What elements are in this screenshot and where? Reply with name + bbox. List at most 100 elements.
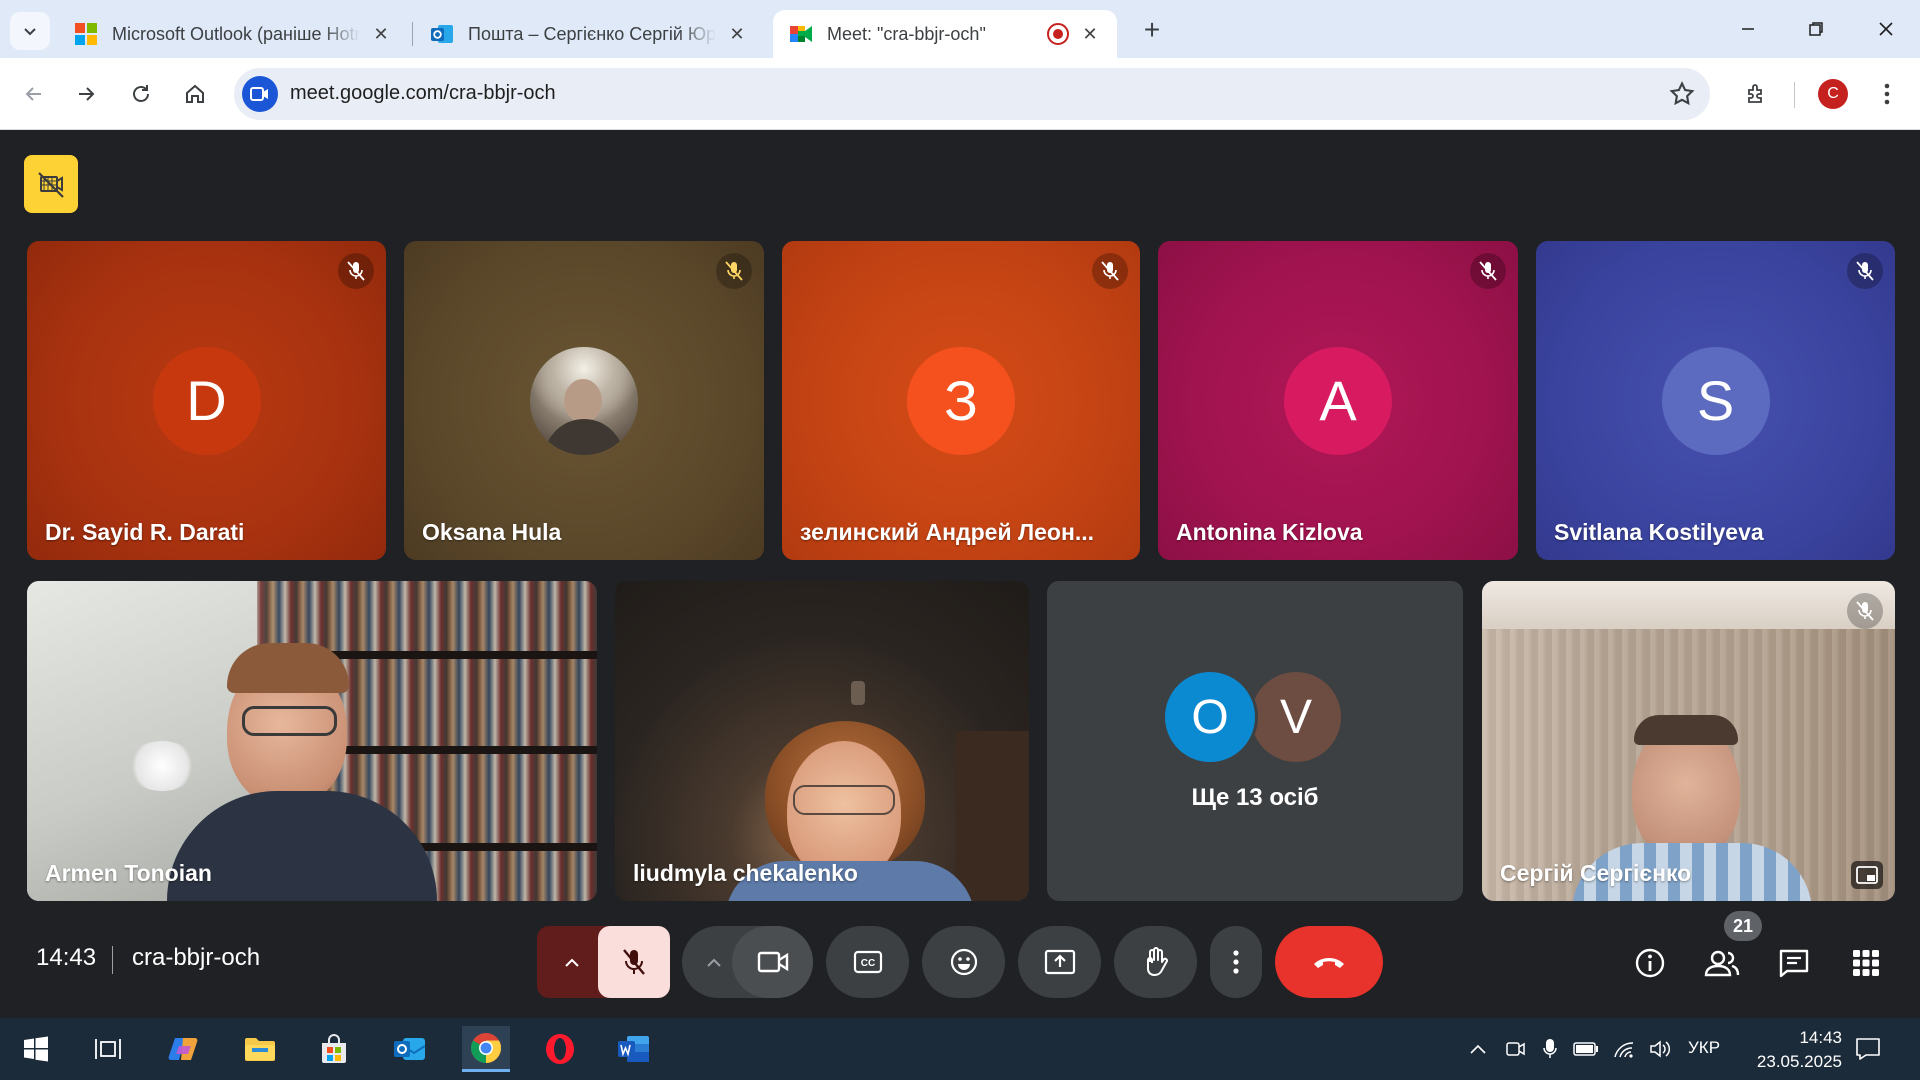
toggle-camera-button[interactable] [732, 926, 813, 998]
avatar: S [1661, 346, 1770, 455]
picture-in-picture-button[interactable] [1851, 861, 1883, 889]
avatar: O [1162, 669, 1258, 765]
profile-avatar[interactable]: С [1818, 79, 1848, 109]
mic-off-icon [338, 253, 374, 289]
toggle-microphone-button[interactable] [598, 926, 670, 998]
puzzle-icon [1748, 84, 1762, 103]
tab-separator [412, 22, 413, 46]
arrow-right-icon [79, 87, 95, 101]
home-button[interactable] [175, 74, 215, 114]
more-vert-icon [1233, 950, 1239, 974]
video-options-button[interactable] [696, 926, 732, 998]
avatar: V [1248, 669, 1344, 765]
leave-call-button[interactable] [1275, 926, 1383, 998]
avatar: A [1284, 346, 1392, 455]
reactions-button[interactable] [922, 926, 1005, 998]
raise-hand-button[interactable] [1114, 926, 1197, 998]
microsoft-store-button[interactable] [310, 1026, 358, 1072]
avatar-photo [530, 346, 638, 455]
mic-off-icon [1847, 253, 1883, 289]
forward-button[interactable] [66, 74, 106, 114]
new-tab-button[interactable]: + [1136, 14, 1168, 46]
participant-video-tile[interactable]: liudmyla chekalenko [615, 581, 1029, 901]
show-hidden-icons-button[interactable] [1464, 1035, 1492, 1063]
chrome-button[interactable] [462, 1026, 510, 1072]
participant-tile[interactable]: A Antonina Kizlova [1158, 241, 1518, 560]
notifications-button[interactable] [1852, 1034, 1884, 1064]
svg-text:CC: CC [860, 958, 874, 969]
mic-off-icon [1470, 253, 1506, 289]
meeting-info-divider [112, 946, 113, 974]
participant-name: Oksana Hula [422, 519, 562, 545]
file-explorer-button[interactable] [236, 1026, 284, 1072]
reload-icon [133, 85, 149, 102]
participant-tile[interactable]: D Dr. Sayid R. Darati [27, 241, 386, 560]
close-tab-icon[interactable]: ✕ [1079, 23, 1101, 45]
videocam-icon [757, 951, 788, 973]
tab-outlook-mail[interactable]: Пошта – Сергієнко Сергій Юрійович ✕ [414, 10, 764, 58]
video-effects-off-icon [38, 172, 64, 198]
notification-icon [1856, 1038, 1880, 1060]
start-button[interactable] [12, 1026, 60, 1072]
extensions-button[interactable] [1736, 74, 1776, 114]
restore-button[interactable] [1788, 10, 1844, 48]
reload-button[interactable] [121, 74, 161, 114]
close-tab-icon[interactable]: ✕ [726, 23, 748, 45]
meeting-details-button[interactable] [1626, 939, 1674, 987]
participant-name: liudmyla chekalenko [633, 860, 858, 886]
store-icon [322, 1034, 346, 1063]
chevron-up-icon [1470, 1044, 1486, 1054]
outlook-icon [394, 1038, 426, 1060]
tab-search-button[interactable] [10, 12, 50, 50]
volume-icon[interactable] [1646, 1035, 1674, 1063]
windows-taskbar: УКР 14:43 23.05.2025 [0, 1018, 1920, 1080]
activities-button[interactable] [1842, 939, 1890, 987]
address-bar[interactable]: meet.google.com/cra-bbjr-och [234, 68, 1710, 120]
tab-google-meet[interactable]: Meet: "cra-bbjr-och" ✕ [773, 10, 1117, 58]
captions-button[interactable]: CC [826, 926, 909, 998]
people-button[interactable] [1698, 939, 1746, 987]
outlook-button[interactable] [386, 1026, 434, 1072]
tab-title: Microsoft Outlook (раніше Hotmail) [112, 23, 360, 44]
participant-video-tile[interactable]: Armen Tonoian [27, 581, 597, 901]
participant-tile[interactable]: З зелинский Андрей Леон... [782, 241, 1140, 560]
close-tab-icon[interactable]: ✕ [370, 23, 392, 45]
back-button[interactable] [14, 74, 54, 114]
minimize-button[interactable] [1720, 10, 1776, 48]
tab-outlook-hotmail[interactable]: Microsoft Outlook (раніше Hotmail) ✕ [58, 10, 408, 58]
clock-date: 23.05.2025 [1756, 1052, 1842, 1071]
chat-button[interactable] [1770, 939, 1818, 987]
ceiling [1482, 581, 1895, 629]
more-options-button[interactable] [1210, 926, 1262, 998]
wifi-icon[interactable] [1610, 1035, 1638, 1063]
more-participants-tile[interactable]: O V Ще 13 осіб [1047, 581, 1463, 901]
word-icon [618, 1036, 649, 1062]
participant-glasses [242, 706, 337, 736]
browser-toolbar: meet.google.com/cra-bbjr-och С [0, 58, 1920, 130]
bookmark-star-icon[interactable] [1668, 80, 1696, 108]
participant-tile[interactable]: Oksana Hula [404, 241, 764, 560]
copilot-button[interactable] [160, 1026, 208, 1072]
mic-off-icon [623, 949, 645, 975]
browser-menu-button[interactable] [1872, 74, 1902, 114]
meet-now-icon[interactable] [1502, 1035, 1530, 1063]
input-language-indicator[interactable]: УКР [1688, 1038, 1720, 1058]
present-screen-button[interactable] [1018, 926, 1101, 998]
taskbar-clock[interactable]: 14:43 23.05.2025 [1742, 1026, 1842, 1074]
tab-title: Пошта – Сергієнко Сергій Юрійович [468, 23, 716, 44]
audio-options-button[interactable] [547, 926, 597, 998]
battery-icon[interactable] [1572, 1035, 1600, 1063]
task-view-button[interactable] [84, 1026, 132, 1072]
opera-button[interactable] [536, 1026, 584, 1072]
site-info-icon[interactable] [242, 76, 278, 112]
apps-grid-icon [1853, 950, 1879, 976]
visual-effects-badge[interactable] [24, 155, 78, 213]
close-window-button[interactable] [1858, 10, 1914, 48]
chevron-down-icon [24, 28, 36, 36]
participant-tile[interactable]: S Svitlana Kostilyeva [1536, 241, 1895, 560]
microphone-tray-icon[interactable] [1536, 1035, 1564, 1063]
chevron-up-icon [707, 958, 721, 967]
word-button[interactable] [610, 1026, 658, 1072]
participant-name: Antonina Kizlova [1176, 519, 1363, 545]
self-video-tile[interactable]: Сергій Сергієнко [1482, 581, 1895, 901]
